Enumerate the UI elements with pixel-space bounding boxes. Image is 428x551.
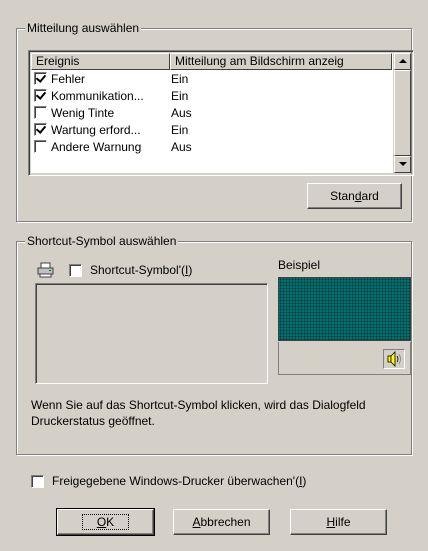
shortcut-checkbox[interactable]	[69, 263, 82, 277]
shortcut-group-title: Shortcut-Symbol auswählen	[25, 234, 179, 248]
event-name: Andere Warnung	[51, 139, 142, 154]
message-state: Ein	[171, 88, 189, 103]
event-cell: Andere Warnung	[31, 140, 166, 154]
example-desktop-preview	[278, 277, 411, 341]
shared-printers-label: Freigegebene Windows-Drucker überwachen'…	[52, 474, 306, 488]
scroll-up-button[interactable]	[394, 53, 411, 70]
help-label-post: ilfe	[335, 515, 351, 529]
event-name: Wenig Tinte	[51, 105, 115, 120]
list-rows: Fehler Ein Kommunikation... Ein Wenig Tinte A…	[31, 70, 393, 155]
standard-label-key: d	[354, 189, 362, 203]
cancel-button[interactable]: Abbrechen	[173, 509, 270, 535]
shared-label-pre: Freigegebene Windows-Drucker überwachen'…	[52, 474, 300, 488]
column-header-event[interactable]: Ereignis	[31, 53, 170, 70]
speaker-icon	[387, 351, 401, 367]
column-header-message[interactable]: Mitteilung am Bildschirm anzeig	[170, 53, 392, 70]
list-vertical-scrollbar[interactable]	[394, 53, 411, 173]
event-checkbox[interactable]	[34, 89, 47, 102]
ok-label-post: K	[106, 515, 115, 529]
shortcut-label-pre: Shortcut-Symbol'(	[90, 263, 185, 277]
example-taskbar	[278, 342, 411, 375]
list-item[interactable]: Kommunikation... Ein	[31, 87, 393, 104]
arrow-up-icon	[399, 59, 407, 63]
list-item[interactable]: Wenig Tinte Aus	[31, 104, 393, 121]
message-state: Aus	[171, 105, 192, 120]
event-cell: Wartung erford...	[31, 123, 166, 137]
printer-icon	[37, 262, 54, 278]
event-name: Fehler	[51, 71, 86, 86]
list-item[interactable]: Fehler Ein	[31, 70, 393, 87]
event-listview[interactable]: Ereignis Mitteilung am Bildschirm anzeig…	[28, 50, 414, 176]
event-checkbox[interactable]	[34, 140, 47, 153]
message-group-title: Mitteilung auswählen	[25, 21, 142, 35]
list-item[interactable]: Wartung erford... Ein	[31, 121, 393, 138]
shared-printers-row[interactable]: Freigegebene Windows-Drucker überwachen'…	[31, 474, 306, 488]
event-list-body: Ereignis Mitteilung am Bildschirm anzeig…	[31, 53, 393, 173]
event-checkbox[interactable]	[34, 123, 47, 136]
ok-label-key: O	[96, 515, 107, 529]
help-button[interactable]: Hilfe	[290, 509, 387, 535]
event-checkbox[interactable]	[34, 72, 47, 85]
cancel-label-post: bbrechen	[200, 515, 251, 529]
standard-label-post: ard	[361, 189, 379, 203]
event-name: Wartung erford...	[51, 122, 141, 137]
event-checkbox[interactable]	[34, 106, 47, 119]
message-state: Ein	[171, 71, 189, 86]
scroll-down-button[interactable]	[394, 156, 411, 173]
arrow-down-icon	[399, 162, 407, 166]
standard-label-pre: Stan	[330, 189, 355, 203]
example-label: Beispiel	[278, 258, 321, 272]
shortcut-label-post: )	[188, 263, 193, 277]
event-cell: Wenig Tinte	[31, 106, 166, 120]
list-header: Ereignis Mitteilung am Bildschirm anzeig	[31, 53, 393, 70]
shortcut-checkbox-label: Shortcut-Symbol'(I)	[90, 263, 192, 277]
message-state: Ein	[171, 122, 189, 137]
help-label-key: H	[326, 515, 336, 529]
list-item[interactable]: Andere Warnung Aus	[31, 138, 393, 155]
standard-button[interactable]: Standard	[307, 183, 402, 209]
shortcut-icon-list[interactable]	[35, 283, 268, 384]
example-tray	[383, 349, 405, 369]
event-cell: Fehler	[31, 72, 166, 86]
event-cell: Kommunikation...	[31, 89, 166, 103]
event-name: Kommunikation...	[51, 88, 144, 103]
shared-label-post: )	[302, 474, 307, 488]
shortcut-description: Wenn Sie auf das Shortcut-Symbol klicken…	[31, 398, 366, 428]
ok-focus-rect: OK	[81, 514, 130, 530]
ok-button[interactable]: OK	[56, 508, 155, 536]
scroll-thumb[interactable]	[394, 70, 411, 156]
message-state: Aus	[171, 139, 192, 154]
shortcut-checkbox-row[interactable]: Shortcut-Symbol'(I)	[69, 263, 192, 277]
shared-printers-checkbox[interactable]	[31, 474, 44, 488]
